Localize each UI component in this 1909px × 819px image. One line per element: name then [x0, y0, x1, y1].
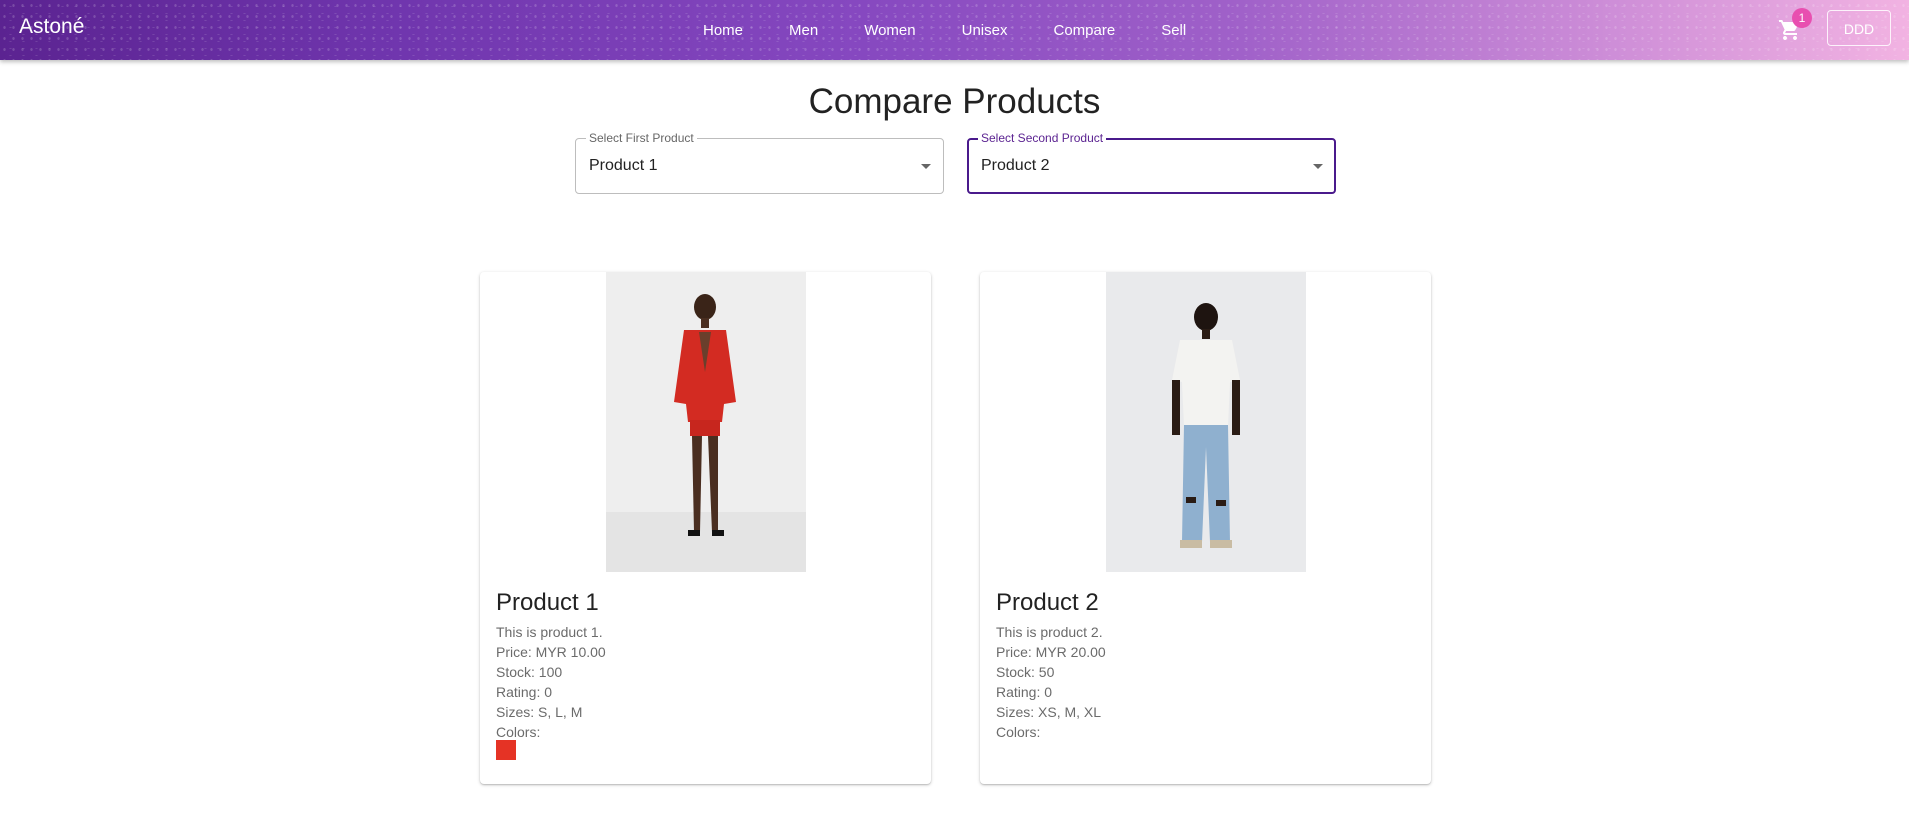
page-title: Compare Products: [808, 82, 1101, 121]
product-details: This is product 1. Price: MYR 10.00 Stoc…: [496, 622, 606, 742]
brand-logo[interactable]: Astoné: [19, 15, 84, 39]
product-stock: Stock: 100: [496, 664, 563, 680]
product-card: Product 1 This is product 1. Price: MYR …: [480, 272, 931, 784]
product-sizes: Sizes: XS, M, XL: [996, 704, 1102, 720]
user-account-button[interactable]: DDD: [1827, 10, 1891, 46]
product-rating: Rating: 0: [996, 684, 1053, 700]
product-description: This is product 2.: [996, 624, 1103, 640]
product-details: This is product 2. Price: MYR 20.00 Stoc…: [996, 622, 1106, 742]
product-description: This is product 1.: [496, 624, 603, 640]
nav-men[interactable]: Men: [766, 22, 841, 39]
first-product-select[interactable]: Select First Product Product 1: [575, 130, 944, 194]
chevron-down-icon: [1313, 164, 1323, 169]
main-nav: Home Men Women Unisex Compare Sell: [680, 0, 1209, 60]
nav-women[interactable]: Women: [841, 22, 938, 39]
product-colors-label: Colors:: [996, 724, 1041, 740]
product-stock: Stock: 50: [996, 664, 1055, 680]
nav-sell[interactable]: Sell: [1138, 22, 1209, 39]
first-product-select-value: Product 1: [589, 157, 658, 174]
first-product-select-label: Select First Product: [586, 130, 697, 146]
color-swatch: [496, 740, 516, 760]
second-product-select[interactable]: Select Second Product Product 2: [967, 130, 1336, 194]
product-colors-label: Colors:: [496, 724, 541, 740]
product-price: Price: MYR 10.00: [496, 644, 606, 660]
product-price: Price: MYR 20.00: [996, 644, 1106, 660]
app-bar: Astoné Home Men Women Unisex Compare Sel…: [0, 0, 1909, 60]
product-rating: Rating: 0: [496, 684, 553, 700]
product-sizes: Sizes: S, L, M: [496, 704, 583, 720]
cart-count-badge: 1: [1792, 8, 1812, 28]
nav-compare[interactable]: Compare: [1030, 22, 1138, 39]
product-card: Product 2 This is product 2. Price: MYR …: [980, 272, 1431, 784]
second-product-select-value: Product 2: [981, 157, 1050, 174]
second-product-select-label: Select Second Product: [978, 130, 1107, 146]
product-name: Product 1: [496, 589, 599, 616]
nav-home[interactable]: Home: [680, 22, 766, 39]
nav-unisex[interactable]: Unisex: [939, 22, 1031, 39]
product-image: [1106, 272, 1306, 572]
product-name: Product 2: [996, 589, 1099, 616]
chevron-down-icon: [921, 164, 931, 169]
product-image: [606, 272, 806, 572]
